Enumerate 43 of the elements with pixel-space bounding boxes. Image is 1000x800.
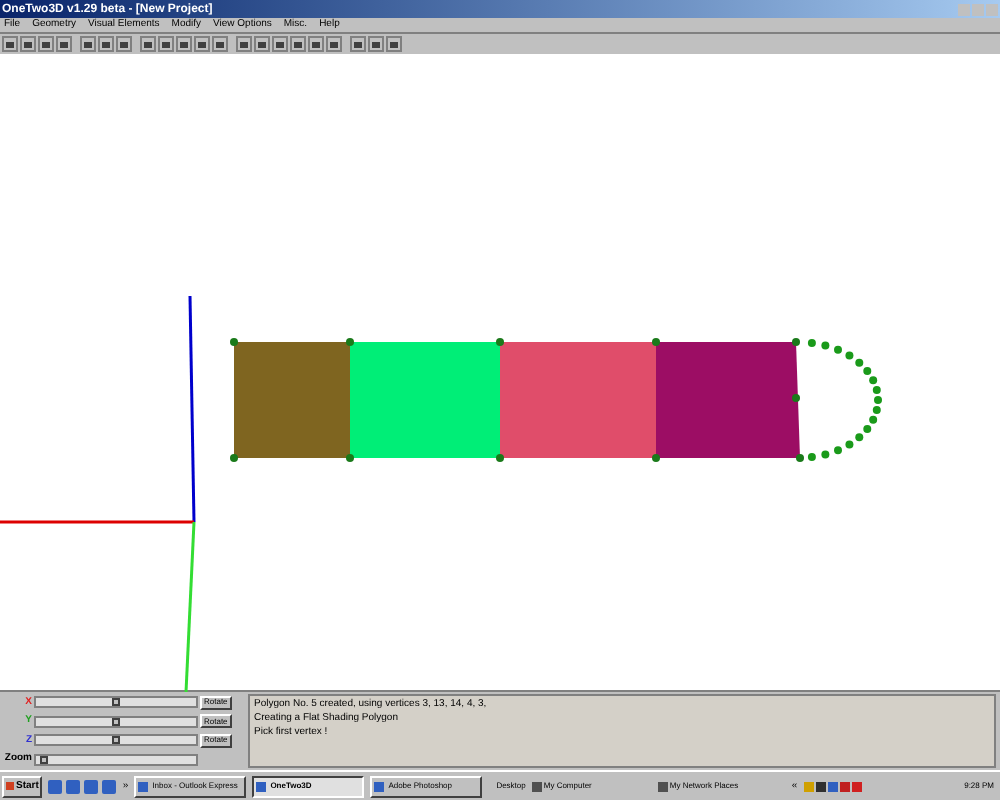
tool-icon bbox=[330, 41, 338, 47]
app-icon bbox=[138, 781, 149, 791]
dotted-arc-drawing bbox=[807, 338, 882, 462]
tool-icon bbox=[216, 41, 224, 47]
tool-icon bbox=[240, 41, 248, 47]
app-icon bbox=[256, 781, 267, 791]
slider-thumb[interactable] bbox=[112, 717, 120, 726]
tool-icon bbox=[390, 41, 398, 47]
vertex-dot bbox=[230, 454, 238, 462]
tool-icon bbox=[84, 41, 92, 47]
tool-icon bbox=[312, 41, 320, 47]
tool-icon bbox=[102, 41, 110, 47]
tool-icon bbox=[354, 41, 362, 47]
app-icon bbox=[374, 781, 385, 791]
tool-icon bbox=[60, 41, 68, 47]
slider-thumb[interactable] bbox=[112, 736, 120, 745]
tool-icon bbox=[198, 41, 206, 47]
vertex-dot bbox=[652, 338, 660, 346]
tool-icon bbox=[258, 41, 266, 47]
vertex-dot bbox=[346, 338, 354, 346]
vertex-dot bbox=[792, 394, 800, 402]
polygon-face bbox=[234, 342, 350, 458]
vertex-dot bbox=[796, 454, 804, 462]
vertex-dot bbox=[496, 338, 504, 346]
tool-icon bbox=[120, 41, 128, 47]
tool-icon bbox=[42, 41, 50, 47]
slider-track[interactable] bbox=[34, 753, 198, 766]
vertex-dot bbox=[346, 454, 354, 462]
tool-icon bbox=[162, 41, 170, 47]
vertex-dot bbox=[652, 454, 660, 462]
vertex-dot bbox=[496, 454, 504, 462]
polygon-face bbox=[656, 342, 800, 458]
tool-icon bbox=[276, 41, 284, 47]
tool-icon bbox=[372, 41, 380, 47]
tool-icon bbox=[180, 41, 188, 47]
tool-icon bbox=[144, 41, 152, 47]
tool-icon bbox=[24, 41, 32, 47]
tool-icon bbox=[6, 41, 14, 47]
tool-icon bbox=[294, 41, 302, 47]
slider-thumb[interactable] bbox=[39, 755, 48, 764]
slider-thumb[interactable] bbox=[112, 698, 120, 706]
vertex-dot bbox=[792, 338, 800, 346]
vertex-dot bbox=[230, 338, 238, 346]
